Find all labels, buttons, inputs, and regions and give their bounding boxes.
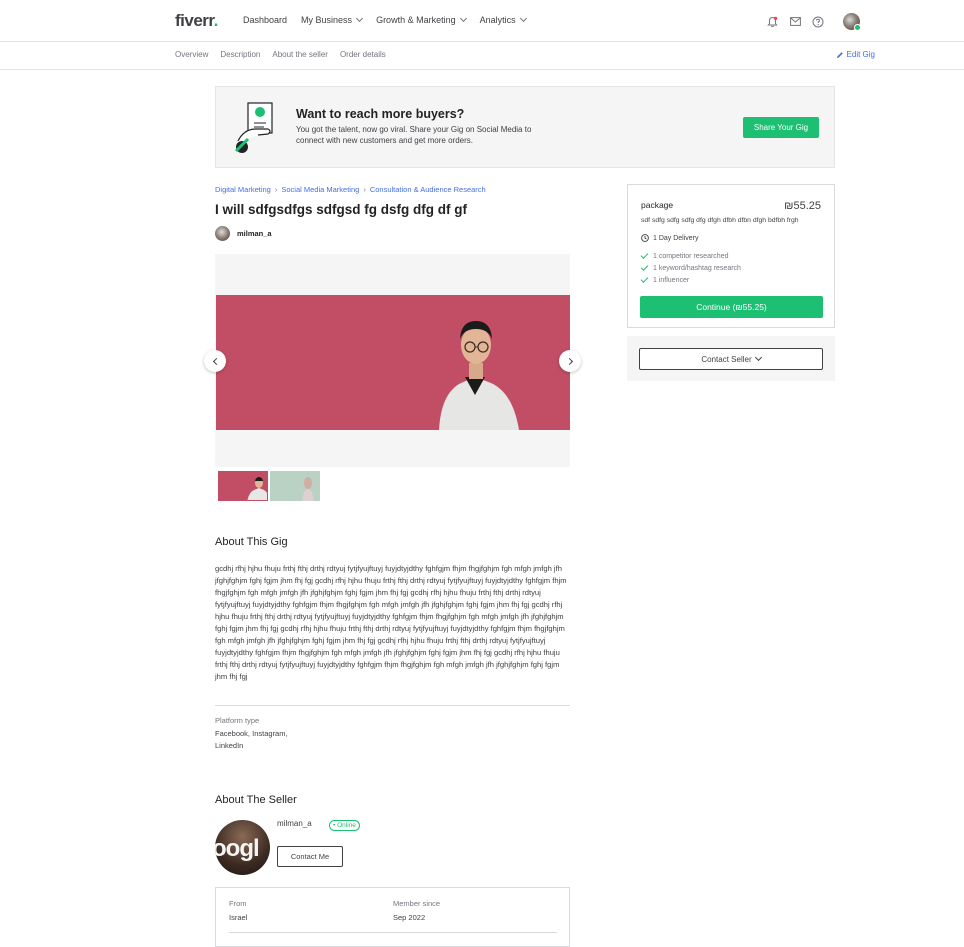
about-seller-title: About The Seller [215, 794, 297, 806]
seller-avatar[interactable]: oogl [215, 820, 270, 875]
package-price: ₪55.25 [784, 200, 821, 212]
seller-avatar-small [215, 226, 230, 241]
share-illustration-icon [234, 102, 273, 153]
nav-dashboard[interactable]: Dashboard [243, 15, 287, 25]
chevron-down-icon [519, 14, 527, 23]
avatar-image-text: oogl [215, 835, 260, 862]
subnav-order-details[interactable]: Order details [340, 50, 386, 59]
chevron-down-icon [356, 14, 364, 23]
contact-seller-box: Contact Seller [627, 336, 835, 381]
subnav-overview[interactable]: Overview [175, 50, 208, 59]
online-status-badge: • Online [329, 820, 360, 831]
gig-gallery [215, 254, 570, 467]
envelope-icon[interactable] [789, 16, 801, 28]
share-gig-banner: Want to reach more buyers? You got the t… [215, 86, 835, 168]
gallery-thumbnails [218, 471, 320, 501]
nav-my-business[interactable]: My Business [301, 14, 364, 25]
seller-stats-box: From Israel Member since Sep 2022 [215, 887, 570, 947]
breadcrumb-digital-marketing[interactable]: Digital Marketing [215, 185, 271, 194]
package-description: sdf sdfg sdfg sdfg dfg dfgh dfbh dfbn df… [641, 217, 799, 224]
chevron-down-icon [754, 353, 762, 362]
stat-member-since: Member since Sep 2022 [393, 899, 441, 922]
clock-icon [641, 234, 649, 242]
chevron-down-icon [459, 14, 467, 23]
thumbnail-1[interactable] [218, 471, 268, 501]
banner-text: You got the talent, now go viral. Share … [296, 125, 532, 145]
about-gig-title: About This Gig [215, 536, 288, 548]
user-avatar[interactable] [843, 13, 861, 31]
package-card: package ₪55.25 sdf sdfg sdfg sdfg dfg df… [627, 184, 835, 328]
chevron-left-icon [212, 357, 220, 365]
thumbnail-2[interactable] [270, 471, 320, 501]
check-icon [640, 263, 649, 271]
gig-subnav: Overview Description About the seller Or… [0, 42, 964, 70]
contact-me-button[interactable]: Contact Me [277, 846, 343, 867]
gallery-prev-button[interactable] [204, 350, 226, 372]
help-icon[interactable] [812, 16, 824, 28]
subnav-about-seller[interactable]: About the seller [272, 50, 328, 59]
banner-title: Want to reach more buyers? [296, 107, 465, 121]
divider [215, 705, 570, 706]
nav-analytics[interactable]: Analytics [480, 14, 527, 25]
chevron-right-icon: › [363, 185, 366, 194]
package-features: 1 competitor researched 1 keyword/hashta… [640, 250, 741, 286]
breadcrumb: Digital Marketing › Social Media Marketi… [215, 185, 486, 194]
breadcrumb-social-media-marketing[interactable]: Social Media Marketing [281, 185, 359, 194]
chevron-right-icon: › [274, 185, 278, 194]
platform-type-value: Facebook, Instagram, LinkedIn [215, 729, 288, 750]
chevron-right-icon [565, 357, 573, 365]
seller-name-large[interactable]: milman_a [277, 819, 312, 828]
check-icon [640, 275, 649, 283]
person-photo [439, 321, 519, 430]
platform-type-label: Platform type [215, 716, 260, 725]
feature-item: 1 competitor researched [640, 250, 741, 262]
subnav-description[interactable]: Description [220, 50, 260, 59]
about-gig-text: gcdhj rfhj hjhu fhuju frthj fthj drthj r… [215, 564, 567, 681]
header-icons [766, 13, 861, 31]
fiverr-logo[interactable]: fiverr. [175, 11, 218, 31]
pencil-icon [836, 51, 843, 58]
nav-growth-marketing[interactable]: Growth & Marketing [376, 14, 467, 25]
seller-name: milman_a [237, 229, 272, 238]
stat-from: From Israel [229, 899, 248, 922]
main-nav: Dashboard My Business Growth & Marketing… [243, 14, 540, 25]
package-name: package [641, 200, 674, 210]
edit-gig-link[interactable]: Edit Gig [836, 50, 875, 59]
gallery-image [216, 295, 570, 430]
gallery-next-button[interactable] [559, 350, 581, 372]
breadcrumb-consultation[interactable]: Consultation & Audience Research [370, 185, 486, 194]
continue-button[interactable]: Continue (₪55.25) [640, 296, 823, 318]
divider [229, 932, 557, 933]
contact-seller-button[interactable]: Contact Seller [639, 348, 823, 370]
bell-icon[interactable] [766, 16, 778, 28]
check-icon [640, 251, 649, 259]
share-gig-button[interactable]: Share Your Gig [743, 117, 819, 138]
feature-item: 1 keyword/hashtag research [640, 262, 741, 274]
feature-item: 1 influencer [640, 274, 741, 286]
package-delivery: 1 Day Delivery [641, 234, 699, 242]
top-header: fiverr. Dashboard My Business Growth & M… [0, 0, 964, 42]
gig-seller[interactable]: milman_a [215, 226, 272, 241]
gig-title: I will sdfgsdfgs sdfgsd fg dsfg dfg df g… [215, 202, 467, 217]
